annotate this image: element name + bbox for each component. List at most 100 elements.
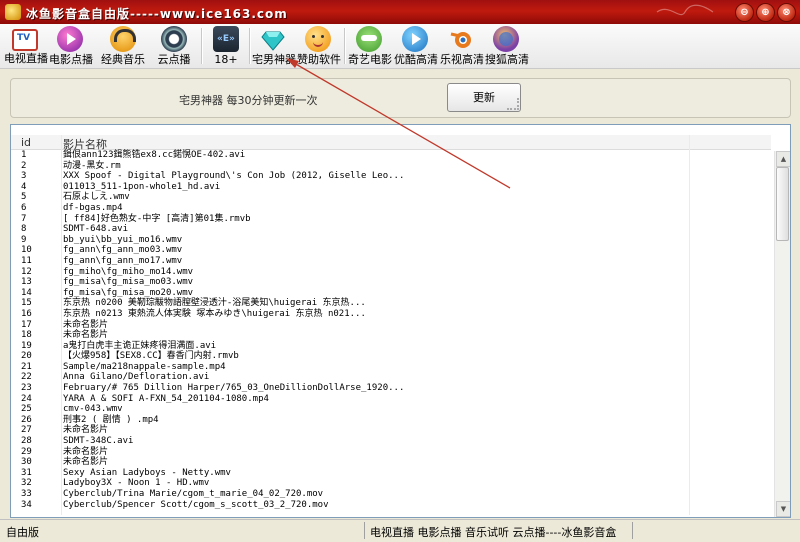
table-row[interactable]: 32 Ladyboy3X - Noon 1 - HD.wmv: [11, 478, 771, 489]
row-title: 刑事2 ( 剧情 ) .mp4: [63, 414, 159, 425]
tool-adult[interactable]: «E» 18+: [210, 26, 242, 66]
row-title: Sexy Asian Ladyboys - Netty.wmv: [63, 467, 231, 478]
refresh-button[interactable]: 更新: [447, 83, 521, 112]
table-row[interactable]: 4 011013_511-1pon-whole1_hd.avi: [11, 182, 771, 193]
youku-icon: [402, 26, 428, 52]
table-row[interactable]: 30 未命名影片: [11, 457, 771, 468]
row-title: 未命名影片: [63, 457, 109, 468]
table-row[interactable]: 27 未命名影片: [11, 425, 771, 436]
row-title: February/# 765 Dillion Harper/765_03_One…: [63, 383, 405, 394]
row-id: 8: [21, 224, 27, 235]
row-title: 未命名影片: [63, 425, 109, 436]
table-row[interactable]: 9 bb_yui\bb_yui_mo16.wmv: [11, 235, 771, 246]
minimize-button[interactable]: ⊖: [735, 3, 754, 22]
row-title: df-bgas.mp4: [63, 202, 123, 213]
row-title: 动漫-黑女.rm: [63, 160, 121, 171]
table-row[interactable]: 24 YARA A & SOFI A-FXN_54_201104-1080.mp4: [11, 394, 771, 405]
row-title: Cyberclub/Trina Marie/cgom_t_marie_04_02…: [63, 489, 324, 499]
row-id: 2: [21, 160, 27, 171]
toolbar-separator: [344, 28, 346, 64]
tool-iqiyi[interactable]: 奇艺电影: [348, 26, 392, 66]
tool-cloud-vod[interactable]: 云点播: [156, 26, 192, 66]
row-id: 28: [21, 436, 32, 447]
tool-label: 电视直播: [4, 52, 48, 65]
table-row[interactable]: 33 Cyberclub/Trina Marie/cgom_t_marie_04_…: [11, 489, 771, 500]
table-row[interactable]: 1 鍓佷ann123鍓熊锆ex8.cc鍩愰OE-402.avi: [11, 150, 771, 161]
table-row[interactable]: 8 SDMT-648.avi: [11, 224, 771, 235]
table-row[interactable]: 21 Sample/ma218nappale-sample.mp4: [11, 362, 771, 373]
row-id: 11: [21, 255, 32, 266]
title-ornament-icon: [656, 4, 714, 16]
table-row[interactable]: 23 February/# 765 Dillion Harper/765_03_O…: [11, 383, 771, 394]
row-id: 15: [21, 298, 32, 309]
row-id: 9: [21, 234, 27, 245]
row-id: 20: [21, 351, 32, 362]
table-row[interactable]: 16 东京热 n0213 東熱流人体実験 塚本みゆき\huigerai 东京热 n…: [11, 309, 771, 320]
table-row[interactable]: 11 fg_ann\fg_ann_mo17.wmv: [11, 256, 771, 267]
table-row[interactable]: 28 SDMT-348C.avi: [11, 436, 771, 447]
table-row[interactable]: 10 fg_ann\fg_ann_mo03.wmv: [11, 245, 771, 256]
table-row[interactable]: 15 东京热 n0200 美靭琮黻物語膣壁浸透汁-浴尾美知\huigerai 东京…: [11, 298, 771, 309]
row-id: 17: [21, 319, 32, 330]
table-row[interactable]: 12 fg_miho\fg_miho_mo14.wmv: [11, 267, 771, 278]
tool-otaku[interactable]: 宅男神器: [252, 26, 296, 66]
tool-movie-vod[interactable]: 电影点播: [49, 26, 93, 66]
row-title: Ladyboy3X - Noon 1 - HD.wmv: [63, 478, 210, 489]
table-row[interactable]: 34 Cyberclub/Spencer Scott/cgom_s_scott_0…: [11, 500, 771, 511]
row-id: 14: [21, 287, 32, 298]
table-row[interactable]: 5 石原よしえ.wmv: [11, 192, 771, 203]
table-row[interactable]: 3 XXX Spoof - Digital Playground\'s Con J…: [11, 171, 771, 182]
row-id: 26: [21, 414, 32, 425]
row-id: 16: [21, 308, 32, 319]
scroll-up-button[interactable]: ▲: [776, 151, 790, 167]
table-row[interactable]: 31 Sexy Asian Ladyboys - Netty.wmv: [11, 468, 771, 479]
column-header-id[interactable]: id: [21, 136, 31, 149]
table-row[interactable]: 7 [ ff84]好色熟女-中字 [高清]第01集.rmvb: [11, 214, 771, 225]
table-row[interactable]: 6 df-bgas.mp4: [11, 203, 771, 214]
headphones-icon: [110, 26, 136, 52]
row-id: 24: [21, 393, 32, 404]
tool-sohu[interactable]: 搜狐高清: [485, 26, 529, 66]
table-row[interactable]: 17 未命名影片: [11, 320, 771, 331]
row-title: Cyberclub/Spencer Scott/cgom_s_scott_03_…: [63, 499, 329, 510]
row-title: 东京热 n0200 美靭琮黻物語膣壁浸透汁-浴尾美知\huigerai 东京热.…: [63, 298, 366, 309]
table-row[interactable]: 18 未命名影片: [11, 330, 771, 341]
vertical-scrollbar[interactable]: ▲ ▼: [774, 151, 790, 517]
row-title: fg_ann\fg_ann_mo17.wmv: [63, 255, 183, 266]
maximize-button[interactable]: ⊕: [756, 3, 775, 22]
status-bar: 自由版 电视直播 电影点播 音乐试听 云点播----冰鱼影音盒: [0, 519, 800, 542]
close-button[interactable]: ⊗: [777, 3, 796, 22]
tool-label: 云点播: [157, 53, 191, 66]
scroll-down-button[interactable]: ▼: [776, 501, 790, 517]
table-row[interactable]: 22 Anna Gilano/Defloration.avi: [11, 372, 771, 383]
table-row[interactable]: 20 【火爆958】【SEX8.CC】春香门内射.rmvb: [11, 351, 771, 362]
table-row[interactable]: 14 fg_misa\fg_misa_mo20.wmv: [11, 288, 771, 299]
row-id: 6: [21, 202, 27, 213]
scrollbar-thumb[interactable]: [776, 167, 789, 241]
toolbar-separator: [201, 28, 203, 64]
table-row[interactable]: 13 fg_misa\fg_misa_mo03.wmv: [11, 277, 771, 288]
row-id: 3: [21, 171, 27, 182]
tool-label: 奇艺电影: [348, 53, 392, 66]
edition-label: 自由版: [6, 526, 39, 539]
row-id: 18: [21, 330, 32, 341]
tool-label: 电影点播: [49, 53, 93, 66]
table-row[interactable]: 2 动漫-黑女.rm: [11, 161, 771, 172]
blender-icon: [448, 26, 474, 52]
movie-list[interactable]: id 影片名称 1 鍓佷ann123鍓熊锆ex8.cc鍩愰OE-402.avi 2 动…: [10, 124, 791, 518]
row-id: 19: [21, 340, 32, 351]
tool-letv[interactable]: 乐视高清: [440, 26, 484, 66]
tool-sponsor[interactable]: 赞助软件: [297, 26, 341, 66]
table-row[interactable]: 26 刑事2 ( 剧情 ) .mp4: [11, 415, 771, 426]
table-row[interactable]: 29 未命名影片: [11, 447, 771, 458]
row-title: YARA A & SOFI A-FXN_54_201104-1080.mp4: [63, 393, 269, 404]
tool-tv-live[interactable]: TV 电视直播: [4, 26, 48, 66]
sohu-icon: [493, 26, 519, 52]
tool-classic-music[interactable]: 经典音乐: [100, 26, 146, 66]
table-row[interactable]: 25 cmv-043.wmv: [11, 404, 771, 415]
tool-youku[interactable]: 优酷高清: [394, 26, 438, 66]
rewind-icon: «E»: [213, 26, 239, 52]
row-id: 31: [21, 467, 32, 478]
row-title: XXX Spoof - Digital Playground\'s Con Jo…: [63, 171, 405, 182]
table-row[interactable]: 19 a鬼打白虎丰主诡正妹疼得泪满面.avi: [11, 341, 771, 352]
